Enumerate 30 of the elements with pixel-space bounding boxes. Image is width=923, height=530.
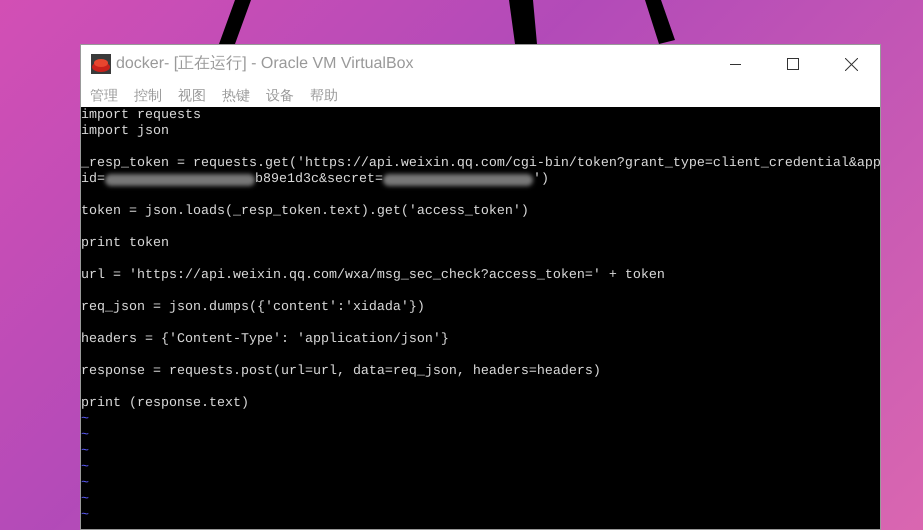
code-text: headers = {'Content-Type': 'application/json'} <box>81 332 449 348</box>
code-text: req_json = json.dumps({'content':'xidada'}) <box>81 300 425 316</box>
window-title: docker- [正在运行] - Oracle VM VirtualBox <box>116 54 414 74</box>
empty-line-marker: ~ <box>81 444 89 459</box>
close-icon <box>844 58 858 70</box>
code-text: print (response.text) <box>81 396 249 412</box>
code-text: response = requests.post(url=url, data=req_json, headers=headers) <box>81 364 601 380</box>
code-text: import json <box>81 124 169 140</box>
code-text: url = 'https://api.weixin.qq.com/wxa/msg_sec_check?access_token=' + token <box>81 268 665 284</box>
menu-item[interactable]: 控制 <box>133 84 163 106</box>
menu-item[interactable]: 管理 <box>89 84 119 106</box>
code-text: print token <box>81 236 169 252</box>
code-text: id= <box>81 172 105 188</box>
code-text: token = json.loads(_resp_token.text).get('access_token') <box>81 204 529 220</box>
empty-line-marker: ~ <box>81 476 89 491</box>
empty-line-marker: ~ <box>81 428 89 443</box>
code-text: import requests <box>81 108 201 124</box>
empty-line-marker: ~ <box>81 412 89 427</box>
code-text: ') <box>532 172 549 188</box>
maximize-icon <box>787 58 799 70</box>
app-logo-icon <box>90 53 112 75</box>
code-text: _resp_token = requests.get('https://api.weixin.qq.com/cgi-bin/token?grant_type=client_credential&app <box>81 156 880 172</box>
menu-item[interactable]: 帮助 <box>309 84 339 106</box>
code-text: b89e1d3c&secret= <box>255 172 383 188</box>
menu-item[interactable]: 视图 <box>177 84 207 106</box>
empty-line-marker: ~ <box>81 460 89 475</box>
empty-line-marker: ~ <box>81 492 89 507</box>
empty-line-marker: ~ <box>81 508 89 523</box>
menu-item[interactable]: 设备 <box>265 84 295 106</box>
menu-item[interactable]: 热键 <box>221 84 251 106</box>
